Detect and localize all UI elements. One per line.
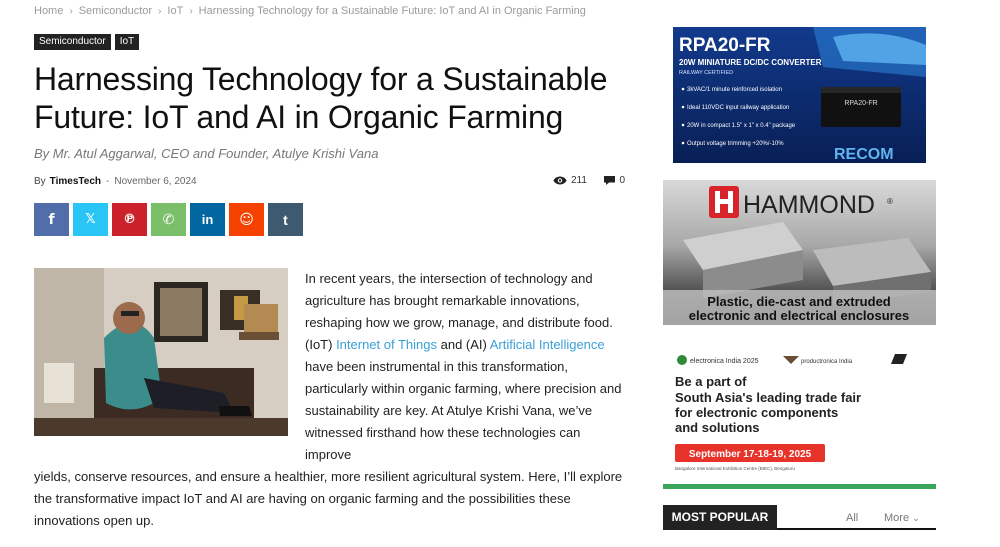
electronica-ad-banner[interactable]: electronica India 2025 productronica Ind… — [663, 340, 936, 489]
share-pinterest-button[interactable]: ℗ — [112, 203, 147, 236]
recom-title: RPA20-FR — [679, 35, 771, 56]
most-popular-more-dropdown[interactable]: More ⌄ — [884, 512, 920, 524]
facebook-icon: f — [48, 211, 55, 228]
hammond-registered: ® — [887, 197, 893, 206]
share-whatsapp-button[interactable]: ✆ — [151, 203, 186, 236]
whatsapp-icon: ✆ — [162, 211, 175, 228]
electronica-headline: Be a part of — [675, 374, 747, 389]
electronica-venue: Bangalore International Exhibition Centr… — [675, 466, 795, 471]
share-bar: f 𝕏 ℗ ✆ in ☺ t — [34, 203, 303, 236]
views-stat: 211 — [553, 175, 587, 186]
linkedin-icon: in — [201, 212, 214, 227]
breadcrumb-separator: › — [158, 6, 162, 17]
recom-subtitle: 20W MINIATURE DC/DC CONVERTER — [679, 58, 822, 67]
breadcrumb-home[interactable]: Home — [34, 5, 63, 17]
share-x-button[interactable]: 𝕏 — [73, 203, 108, 236]
author-photo — [34, 268, 288, 436]
category-tags: Semiconductor IoT — [34, 34, 140, 50]
productronica-logo: productronica India — [801, 359, 853, 365]
author-link[interactable]: TimesTech — [50, 176, 101, 187]
more-label: More — [884, 512, 910, 524]
recom-bullet: Output voltage trimming +20%/-10% — [687, 141, 784, 147]
electronica-headline: and solutions — [675, 420, 760, 435]
x-icon: 𝕏 — [85, 212, 96, 227]
comments-stat[interactable]: 0 — [604, 175, 625, 186]
views-count: 211 — [571, 175, 587, 186]
recom-bullet: 20W in compact 1.5" x 1" x 0.4" package — [687, 123, 796, 129]
share-reddit-button[interactable]: ☺ — [229, 203, 264, 236]
article-paragraph-continued: yields, conserve resources, and ensure a… — [34, 469, 623, 528]
recom-tag: RAILWAY CERTIFIED — [679, 70, 733, 76]
share-linkedin-button[interactable]: in — [190, 203, 225, 236]
breadcrumb-semiconductor[interactable]: Semiconductor — [79, 5, 152, 17]
hammond-line-1: Plastic, die-cast and extruded — [707, 294, 891, 309]
hammond-line-2: electronic and electrical enclosures — [689, 308, 909, 323]
breadcrumb-current: Harnessing Technology for a Sustainable … — [198, 5, 586, 17]
breadcrumb-separator: › — [69, 6, 73, 17]
chevron-down-icon: ⌄ — [912, 513, 920, 523]
hammond-logo-icon — [709, 186, 739, 218]
electronica-logo: electronica India 2025 — [690, 358, 759, 365]
most-popular-title: MOST POPULAR — [663, 505, 777, 530]
recom-bullet: 3kVAC/1 minute reinforced isolation — [687, 87, 782, 93]
comment-icon — [604, 176, 616, 185]
recom-ad-banner[interactable]: RPA20-FR RPA20-FR 20W MINIATURE DC/DC CO… — [673, 27, 926, 163]
publish-date: November 6, 2024 — [114, 176, 197, 187]
breadcrumb: Home › Semiconductor › IoT › Harnessing Techno… — [34, 5, 586, 17]
electronica-dates: September 17-18-19, 2025 — [689, 449, 812, 460]
hammond-ad-banner[interactable]: HAMMOND ® Plastic, die-cast and extruded… — [663, 180, 936, 325]
electronica-headline: South Asia's leading trade fair — [675, 390, 861, 405]
article-paragraph-intro: In recent years, the intersection of tec… — [305, 268, 627, 466]
internet-of-things-link[interactable]: Internet of Things — [336, 337, 437, 352]
most-popular-all-tab[interactable]: All — [846, 512, 858, 524]
by-label: By — [34, 176, 46, 187]
recom-logo: RECOM — [834, 146, 894, 163]
hammond-brand: HAMMOND — [743, 191, 875, 219]
category-tag-semiconductor[interactable]: Semiconductor — [34, 34, 111, 50]
tumblr-icon: t — [283, 211, 288, 228]
comments-count: 0 — [619, 175, 625, 186]
paragraph-text: have been instrumental in this transform… — [305, 359, 622, 462]
eye-icon — [553, 176, 567, 185]
meta-dash: - — [106, 176, 110, 187]
breadcrumb-separator: › — [189, 6, 193, 17]
article-title: Harnessing Technology for a Sustainable … — [34, 61, 608, 135]
share-tumblr-button[interactable]: t — [268, 203, 303, 236]
article-stats: 211 0 — [553, 175, 625, 186]
article-meta: By TimesTech - November 6, 2024 — [34, 176, 197, 187]
paragraph-text: and (AI) — [437, 337, 490, 352]
pinterest-icon: ℗ — [123, 212, 136, 227]
most-popular-header: MOST POPULAR All More ⌄ — [663, 505, 936, 530]
recom-chip-label: RPA20-FR — [844, 100, 877, 107]
electronica-headline: for electronic components — [675, 405, 838, 420]
recom-bullet: Ideal 110VDC input railway application — [687, 105, 789, 111]
artificial-intelligence-link[interactable]: Artificial Intelligence — [490, 337, 605, 352]
article-subtitle: By Mr. Atul Aggarwal, CEO and Founder, A… — [34, 146, 379, 161]
reddit-icon: ☺ — [239, 211, 254, 228]
share-facebook-button[interactable]: f — [34, 203, 69, 236]
breadcrumb-iot[interactable]: IoT — [167, 5, 183, 17]
category-tag-iot[interactable]: IoT — [114, 34, 140, 50]
